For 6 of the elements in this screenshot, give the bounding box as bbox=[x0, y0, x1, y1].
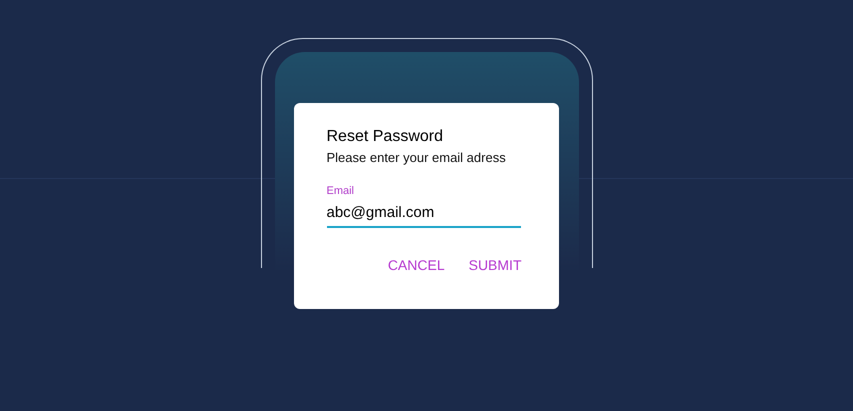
dialog-subtitle: Please enter your email adress bbox=[326, 149, 507, 167]
dialog-title: Reset Password bbox=[326, 127, 444, 147]
submit-button[interactable]: SUBMIT bbox=[462, 253, 528, 278]
email-label: Email bbox=[326, 184, 356, 199]
email-field[interactable]: abc@gmail.com bbox=[326, 202, 520, 228]
cancel-button[interactable]: CANCEL bbox=[380, 253, 452, 278]
